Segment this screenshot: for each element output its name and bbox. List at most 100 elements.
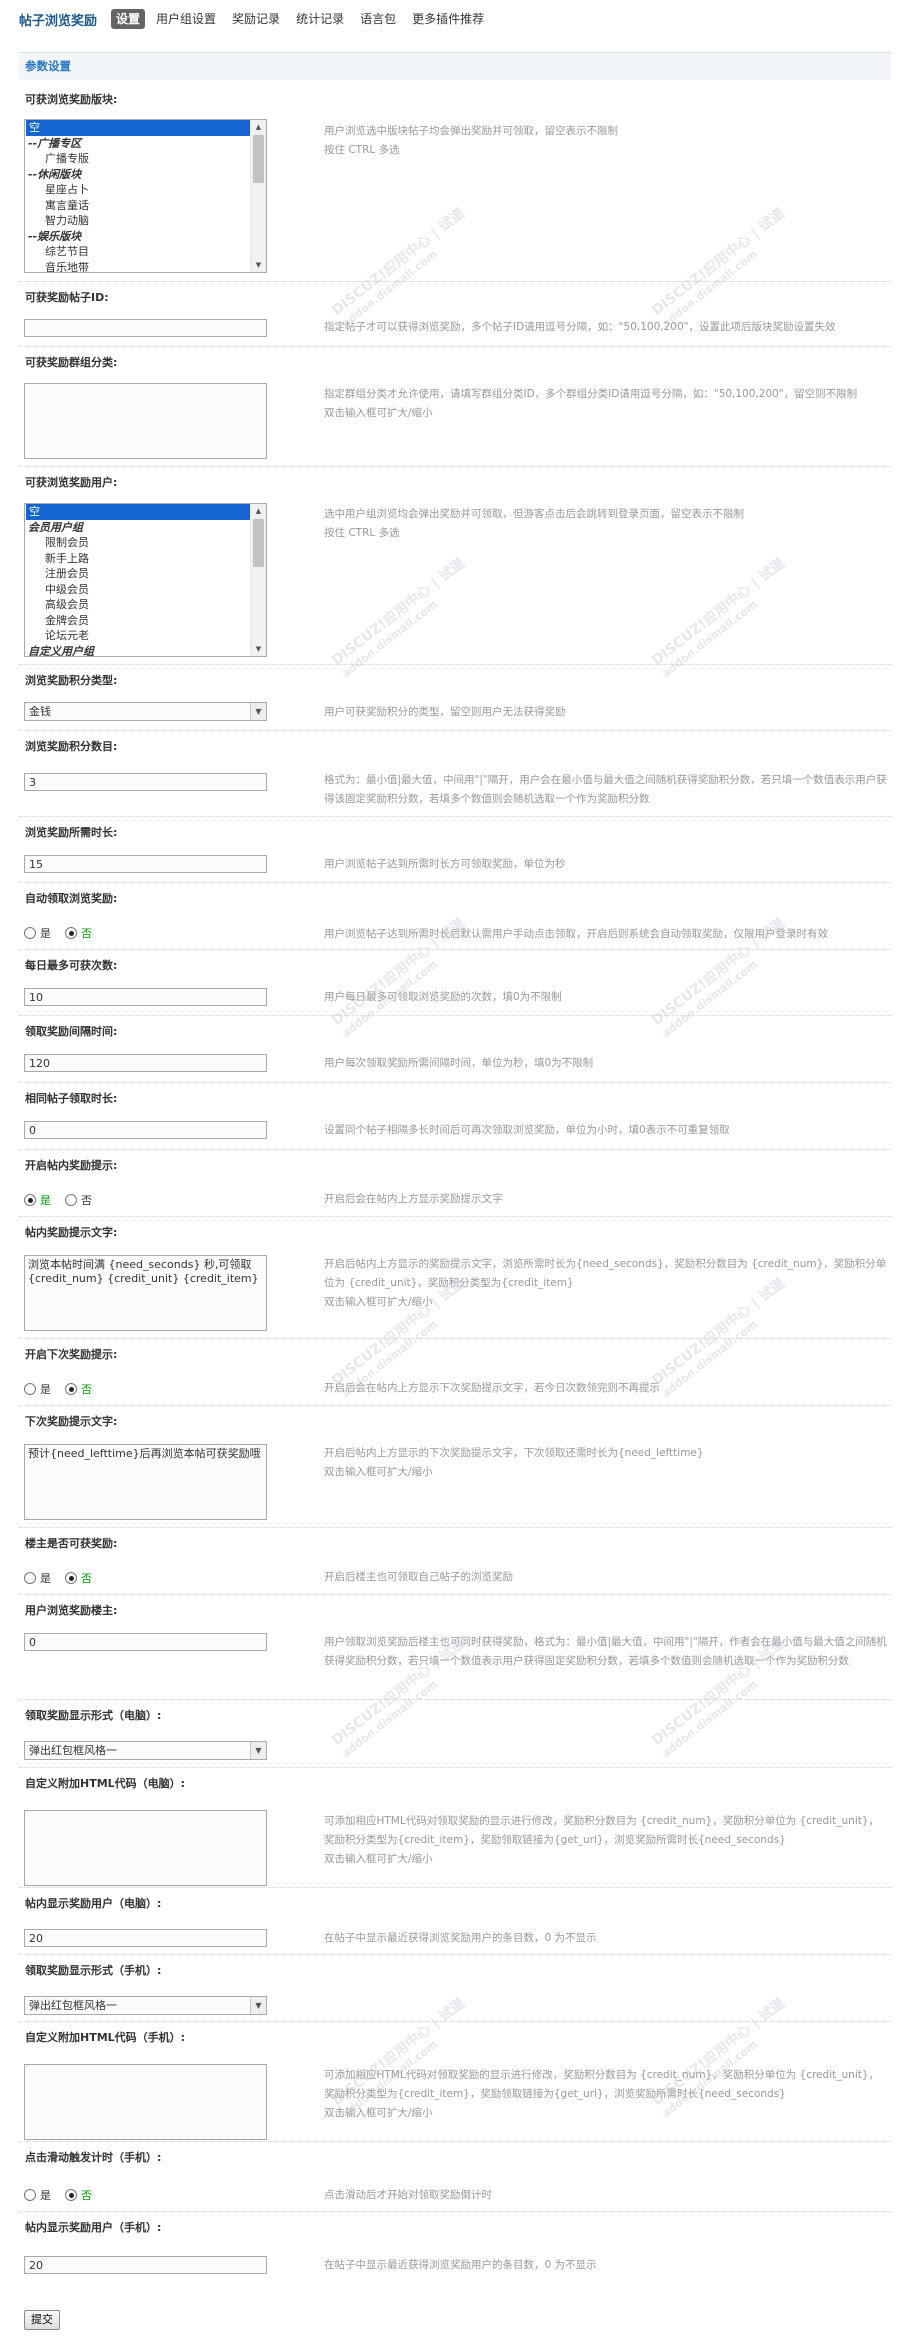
mobile-users-input[interactable] xyxy=(24,2256,267,2274)
radio-yes[interactable] xyxy=(24,1194,36,1206)
radio-label-no[interactable]: 否 xyxy=(81,925,92,941)
setting-label: 浏览奖励积分数目: xyxy=(25,740,118,753)
tab-more-plugins[interactable]: 更多插件推荐 xyxy=(407,9,489,29)
next-tip-radio-group[interactable]: 是否 xyxy=(24,1381,106,1397)
setting-label: 用户浏览奖励楼主: xyxy=(25,1604,118,1617)
radio-no[interactable] xyxy=(65,1572,77,1584)
need-seconds-input[interactable] xyxy=(24,855,267,873)
interval-input[interactable] xyxy=(24,1054,267,1072)
setting-label: 浏览奖励积分类型: xyxy=(25,674,118,687)
forums-multiselect[interactable]: 空 --广播专区 广播专版 --休闲版块 星座占卜 寓言童话 智力动脑 --娱乐版块 综艺节目音… xyxy=(24,119,267,273)
listbox-option[interactable]: 中级会员 xyxy=(25,582,251,598)
pc-html-textarea[interactable] xyxy=(24,1810,267,1886)
listbox-option[interactable]: 论坛元老 xyxy=(25,628,251,644)
setting-tip: 选中用户组浏览均会弹出奖励并可领取，但游客点击后会跳转到登录页面，留空表示不限制… xyxy=(324,508,744,539)
author-reward-radio-group[interactable]: 是否 xyxy=(24,1570,106,1586)
pc-users-input[interactable] xyxy=(24,1929,267,1947)
radio-yes[interactable] xyxy=(24,927,36,939)
tab-language-pack[interactable]: 语言包 xyxy=(355,9,401,29)
radio-yes[interactable] xyxy=(24,1383,36,1395)
listbox-option[interactable]: --娱乐版块 xyxy=(25,229,251,245)
group-types-textarea[interactable] xyxy=(24,383,267,459)
listbox-option[interactable]: 金牌会员 xyxy=(25,613,251,629)
radio-label-no[interactable]: 否 xyxy=(81,1381,92,1397)
setting-tip: 开启后会在帖内上方显示奖励提示文字 xyxy=(324,1193,503,1205)
setting-label: 楼主是否可获奖励: xyxy=(25,1537,118,1550)
thread-ids-input[interactable] xyxy=(24,319,267,337)
setting-label: 自定义附加HTML代码（电脑）: xyxy=(25,1777,186,1790)
setting-row-next-tip: 开启下次奖励提示: 是否 开启后会在帖内上方显示下次奖励提示文字，若今日次数领完… xyxy=(19,1339,891,1406)
next-text-textarea[interactable]: 预计{need_lefttime}后再浏览本帖可获奖励哦 xyxy=(24,1444,267,1520)
mobile-style-select[interactable]: 弹出红包框风格一 ▼ xyxy=(24,1996,267,2015)
setting-tip: 用户每日最多可领取浏览奖励的次数，填0为不限制 xyxy=(324,991,562,1003)
radio-yes[interactable] xyxy=(24,1572,36,1584)
listbox-option[interactable]: 寓言童话 xyxy=(25,198,251,214)
radio-yes[interactable] xyxy=(24,2189,36,2201)
listbox-option[interactable]: 智力动脑 xyxy=(25,213,251,229)
tab-usergroup-settings[interactable]: 用户组设置 xyxy=(151,9,221,29)
radio-label-no[interactable]: 否 xyxy=(81,1192,92,1208)
setting-tip: 用户浏览帖子达到所需时长后默认需用户手动点击领取，开启后则系统会自动领取奖励，仅… xyxy=(324,928,828,940)
radio-label-yes[interactable]: 是 xyxy=(40,1381,51,1397)
tab-statistics[interactable]: 统计记录 xyxy=(291,9,349,29)
listbox-option[interactable]: 星座占卜 xyxy=(25,182,251,198)
submit-button[interactable]: 提交 xyxy=(24,2310,60,2330)
setting-label: 可获浏览奖励用户: xyxy=(25,476,118,489)
setting-label: 浏览奖励所需时长: xyxy=(25,826,118,839)
author-credit-input[interactable] xyxy=(24,1633,267,1651)
tab-settings[interactable]: 设置 xyxy=(111,9,146,29)
inpost-text-textarea[interactable]: 浏览本帖时间满 {need_seconds} 秒,可领取 {credit_num… xyxy=(24,1255,267,1331)
setting-row-daily-max: 每日最多可获次数: 用户每日最多可领取浏览奖励的次数，填0为不限制 xyxy=(19,950,891,1016)
same-thread-input[interactable] xyxy=(24,1121,267,1139)
radio-label-no[interactable]: 否 xyxy=(81,2187,92,2203)
mobile-slide-radio-group[interactable]: 是否 xyxy=(24,2187,106,2203)
listbox-option[interactable]: 高级会员 xyxy=(25,597,251,613)
listbox-option[interactable]: 限制会员 xyxy=(25,535,251,551)
radio-no[interactable] xyxy=(65,927,77,939)
listbox-option[interactable]: 会员用户组 xyxy=(25,520,251,536)
setting-row-forums: 可获浏览奖励版块: 空 --广播专区 广播专版 --休闲版块 星座占卜 寓言童话 智力动脑 -… xyxy=(19,84,891,282)
pc-style-select[interactable]: 弹出红包框风格一 ▼ xyxy=(24,1741,267,1760)
radio-label-yes[interactable]: 是 xyxy=(40,925,51,941)
listbox-option[interactable]: 广播专版 xyxy=(25,151,251,167)
setting-row-need-seconds: 浏览奖励所需时长: 用户浏览帖子达到所需时长方可领取奖励，单位为秒 xyxy=(19,817,891,883)
radio-label-yes[interactable]: 是 xyxy=(40,1570,51,1586)
chevron-down-icon: ▼ xyxy=(250,703,266,720)
listbox-option[interactable]: 新手上路 xyxy=(25,551,251,567)
setting-tip: 设置同个帖子相隔多长时间后可再次领取浏览奖励，单位为小时，填0表示不可重复领取 xyxy=(324,1124,730,1136)
listbox-option[interactable]: 空 xyxy=(26,120,250,136)
radio-no[interactable] xyxy=(65,1194,77,1206)
radio-label-no[interactable]: 否 xyxy=(81,1570,92,1586)
radio-label-yes[interactable]: 是 xyxy=(40,1192,51,1208)
radio-no[interactable] xyxy=(65,2189,77,2201)
credit-type-select[interactable]: 金钱 ▼ xyxy=(24,702,267,721)
usergroups-multiselect[interactable]: 空会员用户组 限制会员 新手上路 注册会员 中级会员 高级会员 金牌会员 论坛元老 自定义用户组… xyxy=(24,503,267,657)
setting-label: 帖内奖励提示文字: xyxy=(25,1226,118,1239)
listbox-option[interactable]: 自定义用户组 xyxy=(25,644,251,657)
listbox-option[interactable]: 注册会员 xyxy=(25,566,251,582)
setting-row-pc-style: 领取奖励显示形式（电脑）: 弹出红包框风格一 ▼ xyxy=(19,1700,891,1768)
listbox-option[interactable]: 音乐地带 xyxy=(25,260,251,273)
setting-tip: 用户每次领取奖励所需间隔时间，单位为秒，填0为不限制 xyxy=(324,1057,594,1069)
setting-row-credit-num: 浏览奖励积分数目: 格式为：最小值|最大值，中间用"|"隔开，用户会在最小值与最… xyxy=(19,731,891,817)
auto-receive-radio-group[interactable]: 是否 xyxy=(24,925,106,941)
inpost-tip-radio-group[interactable]: 是否 xyxy=(24,1192,106,1208)
setting-row-m-slide: 点击滑动触发计时（手机）: 是否 点击滑动后才开始对领取奖励倒计时 xyxy=(19,2142,891,2212)
listbox-scrollbar[interactable]: ▲ ▼ xyxy=(250,504,266,656)
setting-row-credit-type: 浏览奖励积分类型: 金钱 ▼ 用户可获奖励积分的类型，留空则用户无法获得奖励 xyxy=(19,665,891,731)
setting-label: 领取奖励间隔时间: xyxy=(25,1025,118,1038)
setting-label: 可获浏览奖励版块: xyxy=(25,93,118,106)
radio-no[interactable] xyxy=(65,1383,77,1395)
tab-reward-records[interactable]: 奖励记录 xyxy=(227,9,285,29)
daily-max-input[interactable] xyxy=(24,988,267,1006)
listbox-option[interactable]: --休闲版块 xyxy=(25,167,251,183)
mobile-html-textarea[interactable] xyxy=(24,2064,267,2140)
setting-row-m-users: 帖内显示奖励用户（手机）: 在帖子中显示最近获得浏览奖励用户的条目数，0 为不显… xyxy=(19,2212,891,2304)
listbox-option[interactable]: 空 xyxy=(26,504,250,520)
listbox-scrollbar[interactable]: ▲ ▼ xyxy=(250,120,266,272)
listbox-option[interactable]: 综艺节目 xyxy=(25,244,251,260)
setting-label: 帖内显示奖励用户（手机）: xyxy=(25,2221,162,2234)
credit-num-input[interactable] xyxy=(24,773,267,791)
listbox-option[interactable]: --广播专区 xyxy=(25,136,251,152)
radio-label-yes[interactable]: 是 xyxy=(40,2187,51,2203)
